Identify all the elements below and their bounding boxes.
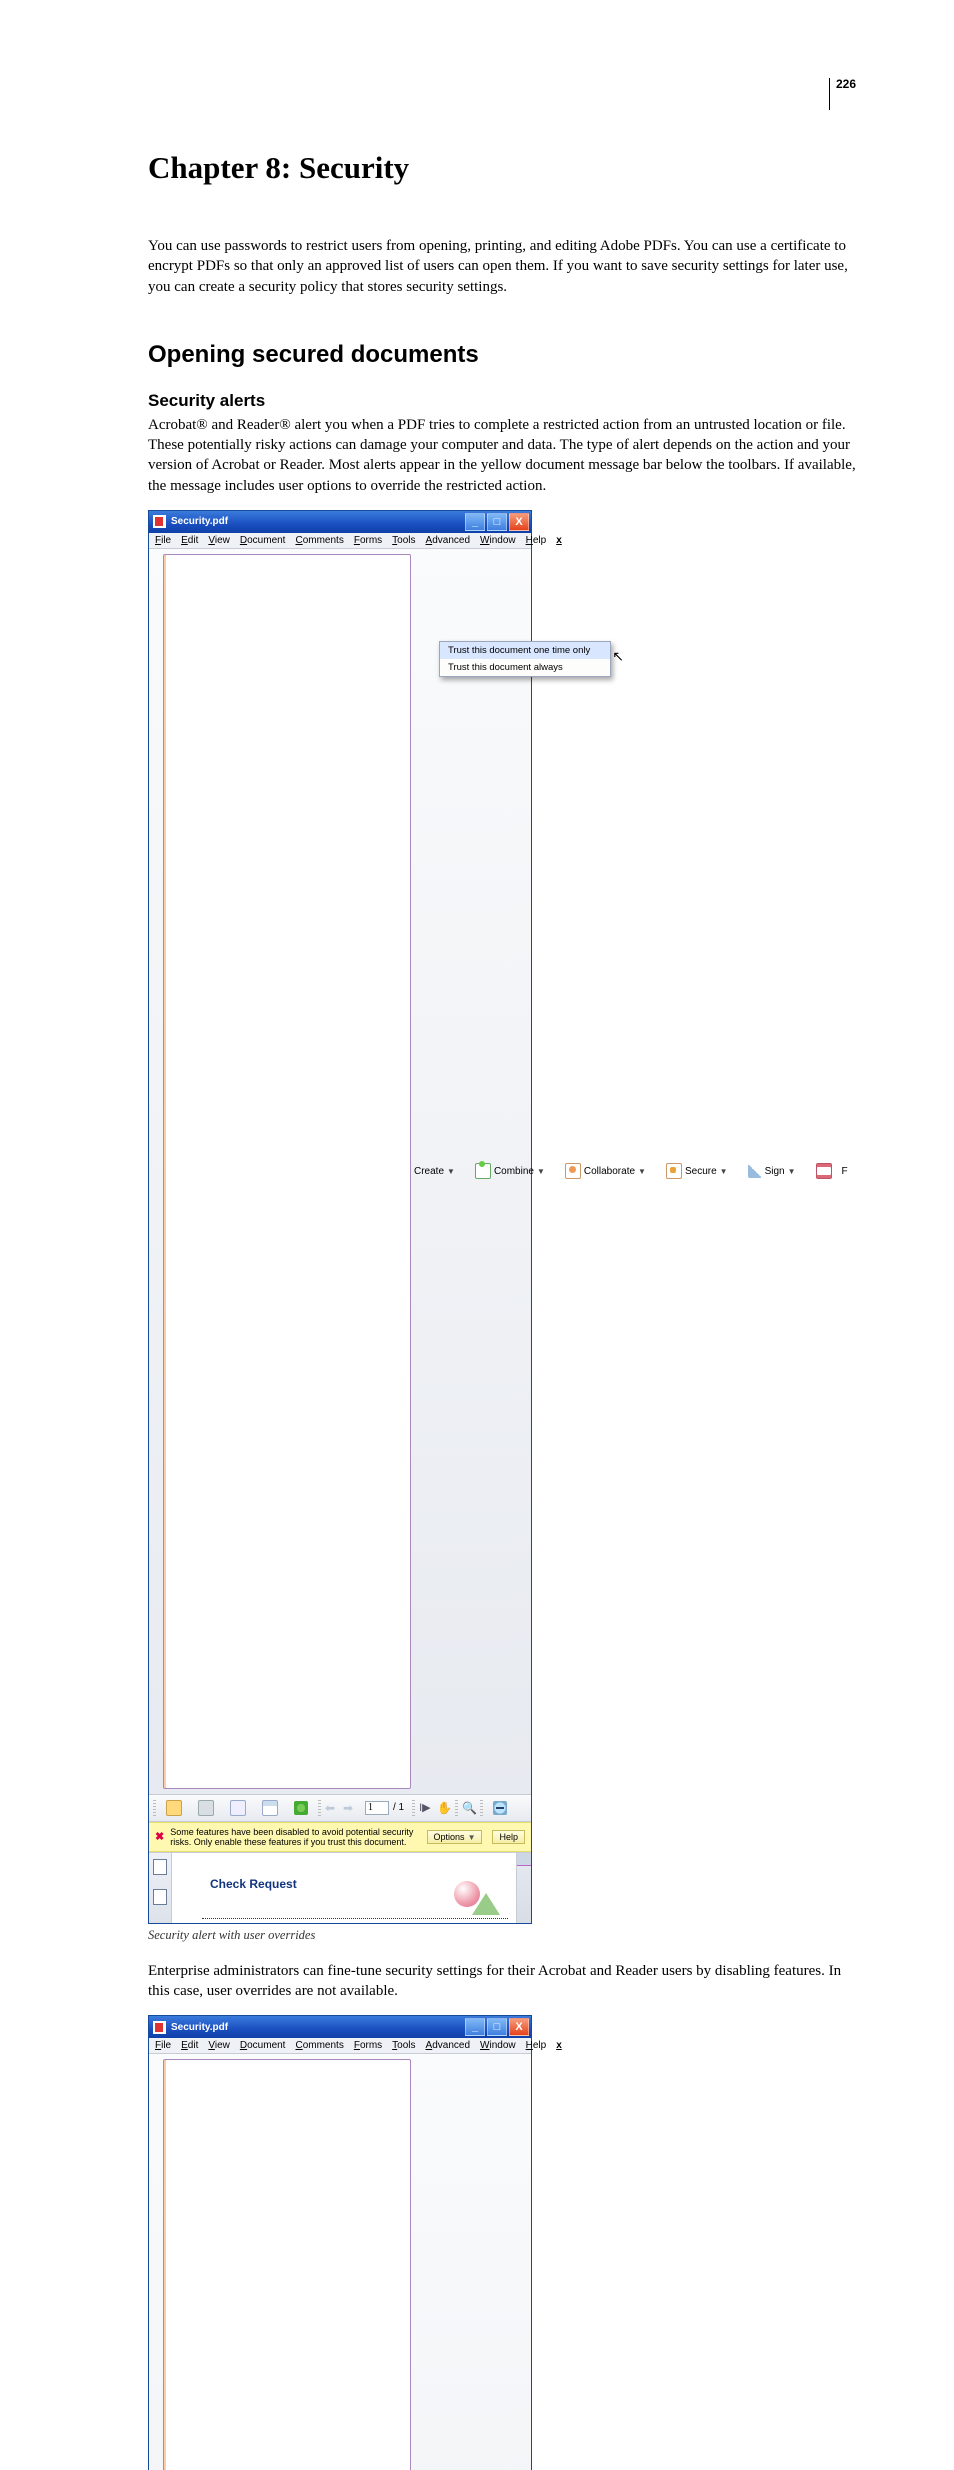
form-icon [816, 1163, 832, 1179]
subsection-title: Security alerts [148, 391, 856, 411]
page-icon [163, 2059, 411, 2470]
figure-alert-without-overrides: Security.pdf _ □ X File Edit View Docume… [148, 2015, 532, 2470]
page-icon [163, 554, 411, 1789]
window-titlebar[interactable]: Security.pdf _ □ X [149, 2016, 531, 2038]
file-toolbar: ⬅ ➡ / 1 I▶ ✋ 🔍 [149, 1795, 531, 1822]
chapter-title: Chapter 8: Security [148, 150, 856, 186]
menu-window[interactable]: Window [480, 2040, 516, 2051]
para-security-alerts-2: Enterprise administrators can fine-tune … [148, 1961, 856, 2002]
home-button[interactable] [288, 1799, 314, 1817]
options-popup: Trust this document one time only Trust … [439, 641, 611, 677]
trust-once-item[interactable]: Trust this document one time only [440, 642, 610, 659]
menu-advanced[interactable]: Advanced [426, 2040, 470, 2051]
navigation-pane[interactable] [149, 1853, 172, 1923]
para-security-alerts-1: Acrobat® and Reader® alert you when a PD… [148, 415, 856, 496]
menu-view[interactable]: View [208, 2040, 230, 2051]
maximize-button[interactable]: □ [487, 2018, 507, 2036]
cursor-icon: ↖ [612, 648, 624, 665]
figure-alert-with-overrides: Security.pdf _ □ X File Edit View Docume… [148, 510, 532, 1924]
menu-tools[interactable]: Tools [392, 535, 415, 546]
menu-help[interactable]: Help [526, 2040, 547, 2051]
menu-comments[interactable]: Comments [295, 535, 343, 546]
collaborate-icon [565, 1163, 581, 1179]
message-text: Some features have been disabled to avoi… [170, 1827, 416, 1847]
sign-button[interactable]: Sign▼ [742, 1162, 802, 1180]
document-heading: Check Request [210, 1877, 297, 1891]
window-title: Security.pdf [171, 2022, 228, 2033]
folder-icon [166, 1800, 182, 1816]
page-total: / 1 [393, 1802, 404, 1813]
create-button[interactable]: Create▼ [157, 2057, 461, 2470]
hand-tool-icon[interactable]: ✋ [437, 1801, 451, 1815]
menu-file[interactable]: File [155, 535, 171, 546]
window-titlebar[interactable]: Security.pdf _ □ X [149, 511, 531, 533]
combine-icon [475, 1163, 491, 1179]
open-button[interactable] [160, 1798, 188, 1818]
menu-file[interactable]: File [155, 2040, 171, 2051]
minimize-button[interactable]: _ [465, 513, 485, 531]
page-navigator[interactable]: / 1 [365, 1801, 404, 1815]
email-button[interactable] [256, 1798, 284, 1818]
minimize-button[interactable]: _ [465, 2018, 485, 2036]
intro-paragraph: You can use passwords to restrict users … [148, 236, 856, 297]
menu-edit[interactable]: Edit [181, 2040, 198, 2051]
tasks-toolbar: Create▼ Combine▼ Collaborate▼ Secure▼ Si… [149, 549, 531, 1795]
options-button[interactable]: Options▼ [427, 1830, 483, 1844]
menu-window[interactable]: Window [480, 535, 516, 546]
graphic-triangle [472, 1893, 500, 1915]
pdf-icon [153, 515, 166, 528]
mail-icon [262, 1800, 278, 1816]
document-view[interactable]: Check Request [172, 1853, 516, 1923]
next-page-icon[interactable]: ➡ [343, 1801, 357, 1815]
prev-page-icon[interactable]: ⬅ [325, 1801, 339, 1815]
marquee-zoom-icon[interactable]: 🔍 [462, 1801, 476, 1815]
layers-panel-icon[interactable] [153, 1889, 167, 1905]
save-icon [230, 1800, 246, 1816]
create-button[interactable]: Create▼ [157, 552, 461, 1791]
page-input[interactable] [365, 1801, 389, 1815]
pen-icon [748, 1164, 762, 1178]
help-button[interactable]: Help [492, 1830, 525, 1844]
section-title: Opening secured documents [148, 341, 856, 369]
select-tool-icon[interactable]: I▶ [419, 1801, 433, 1815]
printer-icon [198, 1800, 214, 1816]
doc-close-button[interactable]: x [556, 2040, 562, 2051]
lock-icon [666, 1163, 682, 1179]
menu-advanced[interactable]: Advanced [426, 535, 470, 546]
close-button[interactable]: X [509, 513, 529, 531]
tasks-toolbar: Create▼ Combine▼ Collaborate▼ Secure▼ Si… [149, 2054, 531, 2470]
doc-close-button[interactable]: x [556, 535, 562, 546]
menu-help[interactable]: Help [526, 535, 547, 546]
maximize-button[interactable]: □ [487, 513, 507, 531]
document-message-bar: ✖ Some features have been disabled to av… [149, 1822, 531, 1852]
page-number: 226 [829, 78, 856, 110]
collaborate-button[interactable]: Collaborate▼ [559, 1161, 652, 1181]
trust-always-item[interactable]: Trust this document always [440, 659, 610, 676]
combine-button[interactable]: Combine▼ [469, 1161, 551, 1181]
figure1-caption: Security alert with user overrides [148, 1928, 856, 1943]
forms-button[interactable] [810, 1161, 838, 1181]
menu-edit[interactable]: Edit [181, 535, 198, 546]
menu-comments[interactable]: Comments [295, 2040, 343, 2051]
menu-forms[interactable]: Forms [354, 2040, 382, 2051]
print-button[interactable] [192, 1798, 220, 1818]
menu-document[interactable]: Document [240, 2040, 286, 2051]
close-button[interactable]: X [509, 2018, 529, 2036]
zoom-out-button[interactable] [487, 1799, 513, 1817]
menu-view[interactable]: View [208, 535, 230, 546]
save-button[interactable] [224, 1798, 252, 1818]
menu-bar: File Edit View Document Comments Forms T… [149, 2038, 531, 2054]
menu-document[interactable]: Document [240, 535, 286, 546]
secure-button[interactable]: Secure▼ [660, 1161, 734, 1181]
minus-icon [493, 1801, 507, 1815]
menu-forms[interactable]: Forms [354, 535, 382, 546]
window-title: Security.pdf [171, 516, 228, 527]
pdf-icon [153, 2021, 166, 2034]
menu-tools[interactable]: Tools [392, 2040, 415, 2051]
vertical-scrollbar[interactable] [516, 1853, 531, 1923]
menu-bar: File Edit View Document Comments Forms T… [149, 533, 531, 549]
pages-panel-icon[interactable] [153, 1859, 167, 1875]
home-icon [294, 1801, 308, 1815]
alert-icon: ✖ [155, 1830, 164, 1843]
